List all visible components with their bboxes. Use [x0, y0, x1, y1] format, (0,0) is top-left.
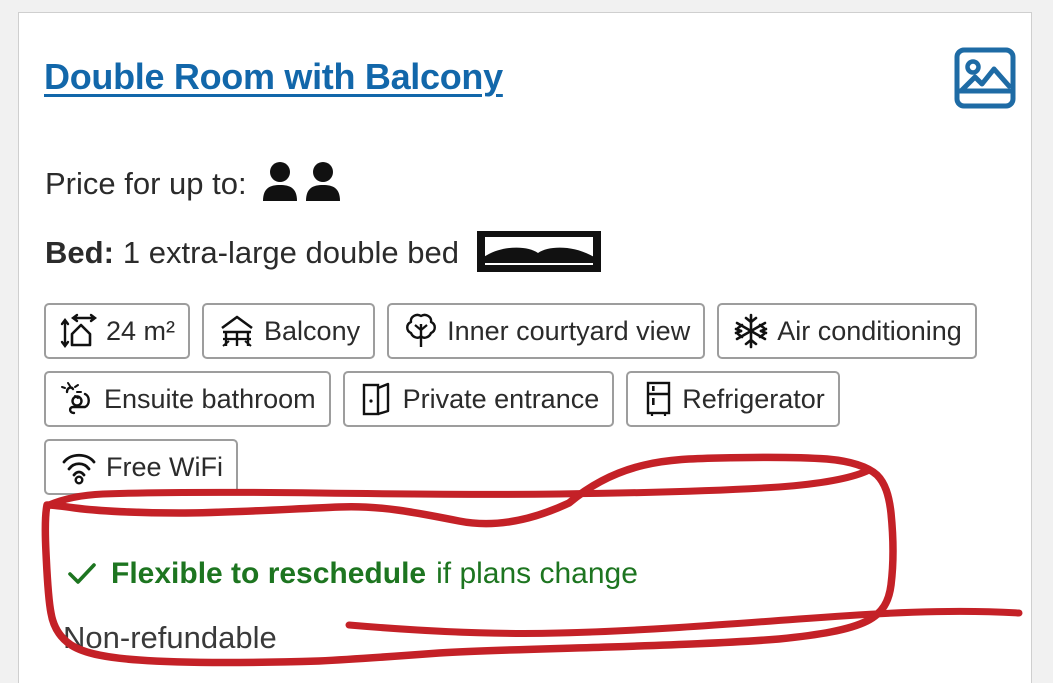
facility-chip-refrigerator[interactable]: Refrigerator: [626, 371, 840, 427]
flexible-policy-rest: if plans change: [436, 557, 638, 590]
balcony-icon: [217, 312, 257, 350]
tree-icon: [402, 312, 440, 350]
room-size-icon: [59, 312, 99, 350]
facility-label: Balcony: [264, 315, 361, 346]
non-refundable-label: Non-refundable: [63, 620, 277, 655]
facility-chip-private-entrance[interactable]: Private entrance: [342, 371, 615, 427]
price-for-label: Price for up to:: [45, 166, 247, 201]
facility-chip-list: 24 m² Balcony Inner courtyard view Air c…: [44, 303, 1004, 495]
bed-row: Bed: 1 extra-large double bed: [45, 229, 603, 275]
facility-chip-free-wifi[interactable]: Free WiFi: [44, 439, 238, 495]
facility-chip-courtyard-view[interactable]: Inner courtyard view: [387, 303, 706, 359]
green-check-icon: [67, 561, 97, 587]
bed-label: Bed:: [45, 234, 114, 270]
facility-chip-air-conditioning[interactable]: Air conditioning: [717, 303, 977, 359]
facility-label: Ensuite bathroom: [104, 383, 316, 414]
facility-label: Refrigerator: [682, 383, 825, 414]
flexible-policy-line: Flexible to reschedule if plans change: [67, 559, 638, 589]
facility-label: Air conditioning: [777, 315, 962, 346]
image-photo-icon[interactable]: [949, 42, 1021, 114]
facility-label: Inner courtyard view: [447, 315, 691, 346]
door-icon: [358, 380, 396, 418]
facility-chip-room-size[interactable]: 24 m²: [44, 303, 191, 359]
person-icon: [261, 161, 299, 206]
occupancy-row: Price for up to:: [45, 161, 342, 206]
shower-icon: [59, 380, 97, 418]
facility-chip-balcony[interactable]: Balcony: [202, 303, 376, 359]
flexible-policy-strong: Flexible to reschedule: [111, 557, 427, 590]
snowflake-icon: [732, 312, 770, 350]
room-offer-card: Double Room with Balcony Price for up to…: [18, 12, 1032, 683]
person-icon: [304, 161, 342, 206]
occupancy-icons: [261, 161, 342, 206]
facility-label: Free WiFi: [106, 451, 223, 482]
facility-chip-ensuite-bathroom[interactable]: Ensuite bathroom: [44, 371, 331, 427]
room-title-link[interactable]: Double Room with Balcony: [44, 59, 503, 95]
card-header: Double Room with Balcony: [44, 47, 1016, 109]
facility-label: Private entrance: [402, 383, 600, 414]
wifi-icon: [59, 448, 99, 486]
refrigerator-icon: [641, 380, 675, 418]
bed-value: 1 extra-large double bed: [122, 234, 459, 270]
double-bed-icon: [475, 229, 603, 275]
facility-label: 24 m²: [106, 315, 176, 346]
